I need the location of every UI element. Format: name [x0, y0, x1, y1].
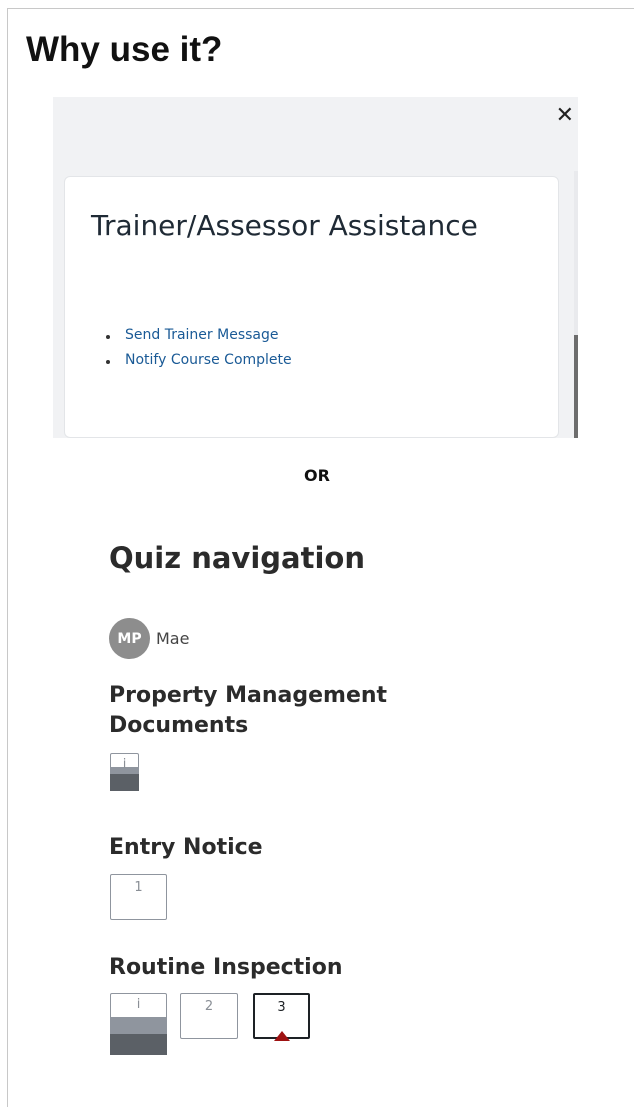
assistance-links: Send Trainer Message Notify Course Compl…	[105, 323, 292, 373]
quiz-nav-button-question[interactable]: 1	[110, 874, 167, 920]
section-title-entry-notice: Entry Notice	[109, 835, 263, 860]
quiz-nav-button-label: i	[122, 757, 127, 772]
section-title-property-management-documents: Property Management Documents	[109, 683, 388, 738]
quiz-nav-button-label: i	[136, 997, 141, 1012]
flag-icon	[273, 1031, 290, 1041]
close-icon[interactable]: ✕	[556, 105, 574, 127]
scrollbar-thumb[interactable]	[574, 335, 578, 438]
quiz-nav-button-question[interactable]: 2	[180, 993, 238, 1039]
or-separator: OR	[304, 466, 330, 485]
quiz-nav-button-label: 2	[204, 999, 214, 1014]
section-title-routine-inspection: Routine Inspection	[109, 955, 343, 980]
quiz-navigation-title: Quiz navigation	[109, 541, 365, 575]
card-title: Trainer/Assessor Assistance	[91, 209, 478, 242]
avatar[interactable]: MP	[109, 618, 150, 659]
send-trainer-message-link[interactable]: Send Trainer Message	[105, 323, 292, 348]
quiz-nav-button-info[interactable]: i	[110, 993, 167, 1055]
quiz-nav-button-label: 1	[134, 880, 143, 895]
quiz-nav-button-label: 3	[277, 1000, 286, 1015]
avatar-initials: MP	[117, 630, 142, 647]
page-heading: Why use it?	[26, 30, 223, 69]
quiz-nav-button-info[interactable]: i	[110, 753, 139, 791]
notify-course-complete-link[interactable]: Notify Course Complete	[105, 348, 292, 373]
user-name[interactable]: Mae	[156, 629, 189, 648]
assistance-drawer: ✕ Trainer/Assessor Assistance Send Train…	[53, 97, 578, 438]
assistance-card: Trainer/Assessor Assistance Send Trainer…	[64, 176, 559, 438]
scrollbar-track[interactable]	[574, 171, 578, 335]
quiz-nav-button-current-flagged[interactable]: 3	[253, 993, 310, 1041]
